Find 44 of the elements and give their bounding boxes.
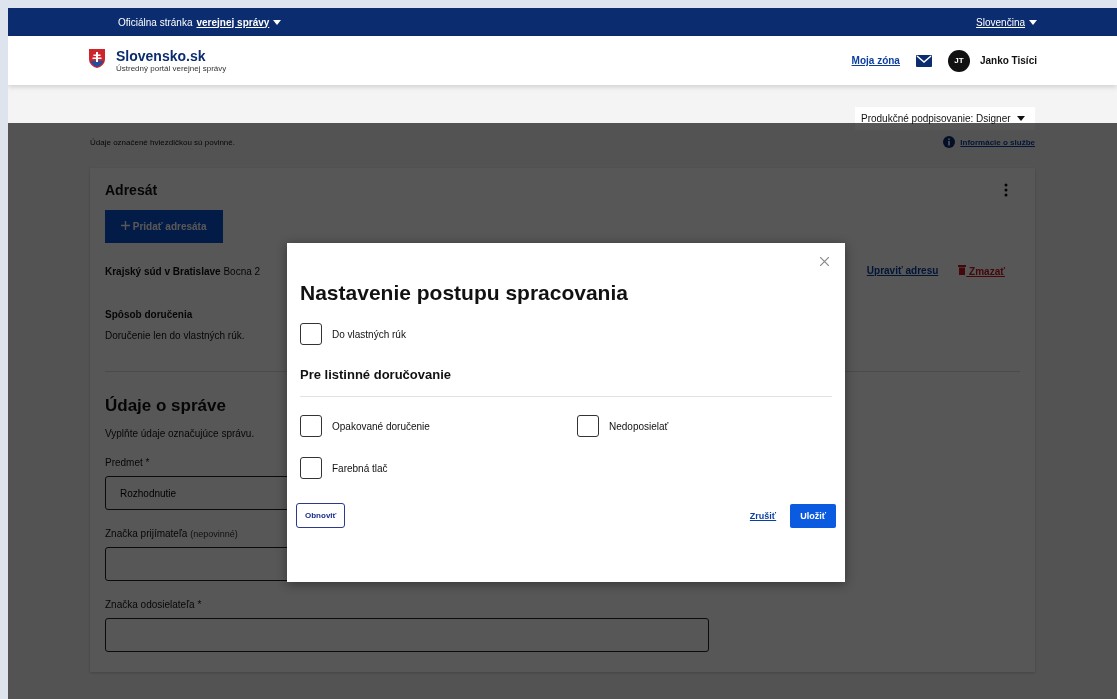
language-link[interactable]: Slovenčina [976, 16, 1025, 28]
close-button[interactable] [818, 255, 831, 268]
checkbox-label: Do vlastných rúk [332, 328, 406, 340]
checkbox[interactable] [577, 415, 599, 437]
checkbox-label: Opakované doručenie [332, 420, 430, 432]
checkbox-label: Nedoposielať [609, 420, 669, 432]
section-description: Vyplňte údaje označujúce správu. [105, 428, 256, 439]
info-icon [943, 136, 956, 148]
reset-button[interactable]: Obnoviť [296, 503, 346, 528]
mail-icon [915, 54, 932, 67]
field-label: Značka odosielateľa * [105, 599, 203, 610]
user-avatar[interactable]: JT [947, 49, 970, 72]
checkbox[interactable] [300, 415, 322, 437]
my-zone-link[interactable]: Moja zóna [851, 55, 900, 66]
logo-subtitle: Ústredný portál verejnej správy [116, 64, 227, 73]
section-title: Adresát [105, 182, 158, 198]
signing-select[interactable]: Produkčné podpisovanie: Dsigner [855, 107, 1035, 130]
official-link[interactable]: verejnej správy [196, 16, 270, 28]
official-text: Oficiálna stránka [118, 16, 193, 28]
plus-icon [121, 221, 130, 230]
save-button[interactable]: Uložiť [790, 503, 836, 528]
close-icon [820, 257, 829, 266]
kebab-menu-icon [1004, 183, 1008, 197]
caret-icon [273, 19, 282, 25]
checkbox[interactable] [300, 457, 322, 479]
logo-title: Slovensko.sk [116, 48, 207, 64]
shield-icon [88, 48, 106, 69]
recipient-text: Krajský súd v Bratislave Bocna 2 [105, 265, 261, 277]
delivery-value: Doručenie len do vlastných rúk. [105, 330, 245, 341]
dialog-title: Nastavenie postupu spracovania [300, 281, 629, 305]
select-value: Produkčné podpisovanie: Dsigner [861, 113, 1011, 124]
section-heading: Pre listinné doručovanie [300, 367, 452, 382]
input-field[interactable] [105, 618, 709, 652]
trash-icon [958, 265, 967, 275]
required-note: Údaje označené hviezdičkou sú povinné. [90, 137, 235, 147]
caret-icon [1016, 116, 1025, 121]
caret-icon [1029, 19, 1037, 25]
section-title: Údaje o správe [105, 396, 227, 416]
checkbox-label: Farebná tlač [332, 462, 388, 474]
cancel-link[interactable]: Zrušiť [749, 510, 777, 521]
delivery-label: Spôsob doručenia [105, 309, 194, 320]
checkbox[interactable] [300, 323, 322, 345]
user-name[interactable]: Janko Tisíci [979, 55, 1037, 66]
field-label: Značka prijímateľa (nepovinné) [105, 528, 239, 539]
